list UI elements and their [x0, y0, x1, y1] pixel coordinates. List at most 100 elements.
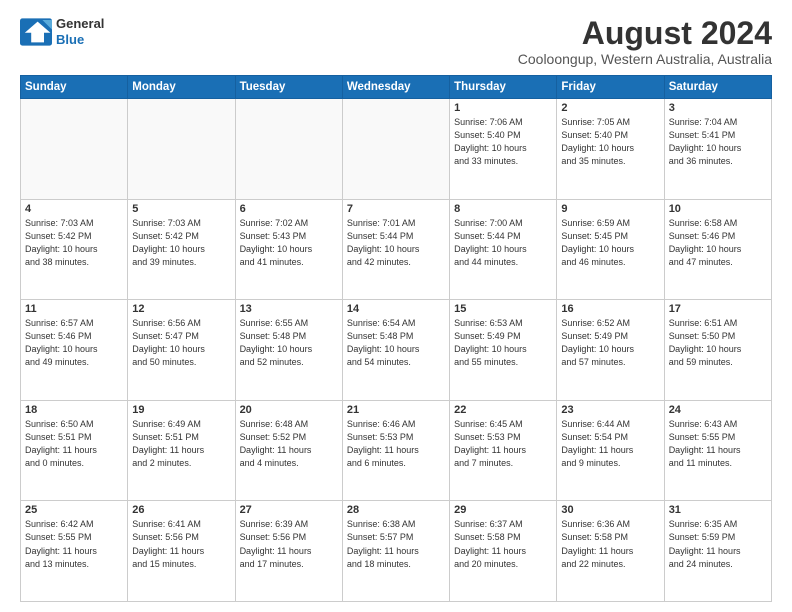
- day-number: 10: [669, 203, 767, 215]
- day-number: 28: [347, 504, 445, 516]
- day-number: 5: [132, 203, 230, 215]
- calendar-cell: 25Sunrise: 6:42 AM Sunset: 5:55 PM Dayli…: [21, 501, 128, 602]
- calendar-cell: 31 Sunrise: 6:35 AM Sunset: 5:59 PM Dayli…: [664, 501, 771, 602]
- calendar-cell: [342, 99, 449, 200]
- calendar-cell: 3 Sunrise: 7:04 AM Sunset: 5:41 PM Daylig…: [664, 99, 771, 200]
- header-wednesday: Wednesday: [342, 76, 449, 99]
- day-info: Sunrise: 6:35 AM Sunset: 5:59 PM Dayligh…: [669, 518, 767, 570]
- day-info: Sunrise: 6:39 AM Sunset: 5:56 PM Dayligh…: [240, 518, 338, 570]
- calendar-cell: 26 Sunrise: 6:41 AM Sunset: 5:56 PM Dayli…: [128, 501, 235, 602]
- day-info: Sunrise: 7:04 AM Sunset: 5:41 PM Dayligh…: [669, 116, 767, 168]
- calendar-cell: [21, 99, 128, 200]
- calendar-cell: 23 Sunrise: 6:44 AM Sunset: 5:54 PM Dayli…: [557, 400, 664, 501]
- logo: General Blue: [20, 16, 104, 47]
- day-number: 23: [561, 404, 659, 416]
- calendar-cell: 15 Sunrise: 6:53 AM Sunset: 5:49 PM Dayli…: [450, 300, 557, 401]
- day-info: Sunrise: 6:41 AM Sunset: 5:56 PM Dayligh…: [132, 518, 230, 570]
- calendar-cell: 1 Sunrise: 7:06 AM Sunset: 5:40 PM Daylig…: [450, 99, 557, 200]
- calendar-cell: 18Sunrise: 6:50 AM Sunset: 5:51 PM Dayli…: [21, 400, 128, 501]
- day-number: 12: [132, 303, 230, 315]
- day-info: Sunrise: 6:53 AM Sunset: 5:49 PM Dayligh…: [454, 317, 552, 369]
- logo-line1: General: [56, 16, 104, 32]
- day-number: 31: [669, 504, 767, 516]
- day-number: 20: [240, 404, 338, 416]
- day-info: Sunrise: 6:46 AM Sunset: 5:53 PM Dayligh…: [347, 418, 445, 470]
- location: Cooloongup, Western Australia, Australia: [518, 51, 772, 67]
- day-info: Sunrise: 7:06 AM Sunset: 5:40 PM Dayligh…: [454, 116, 552, 168]
- day-info: Sunrise: 6:37 AM Sunset: 5:58 PM Dayligh…: [454, 518, 552, 570]
- calendar-cell: 24Sunrise: 6:43 AM Sunset: 5:55 PM Dayli…: [664, 400, 771, 501]
- day-number: 27: [240, 504, 338, 516]
- calendar-cell: 2Sunrise: 7:05 AM Sunset: 5:40 PM Daylig…: [557, 99, 664, 200]
- calendar-cell: 28 Sunrise: 6:38 AM Sunset: 5:57 PM Dayli…: [342, 501, 449, 602]
- day-info: Sunrise: 6:49 AM Sunset: 5:51 PM Dayligh…: [132, 418, 230, 470]
- day-info: Sunrise: 6:38 AM Sunset: 5:57 PM Dayligh…: [347, 518, 445, 570]
- header-friday: Friday: [557, 76, 664, 99]
- day-number: 15: [454, 303, 552, 315]
- header-sunday: Sunday: [21, 76, 128, 99]
- logo-line2: Blue: [56, 32, 104, 48]
- day-number: 8: [454, 203, 552, 215]
- calendar-cell: 29Sunrise: 6:37 AM Sunset: 5:58 PM Dayli…: [450, 501, 557, 602]
- day-number: 1: [454, 102, 552, 114]
- calendar-cell: 4 Sunrise: 7:03 AM Sunset: 5:42 PM Daylig…: [21, 199, 128, 300]
- day-number: 17: [669, 303, 767, 315]
- calendar-cell: 12 Sunrise: 6:56 AM Sunset: 5:47 PM Dayli…: [128, 300, 235, 401]
- day-info: Sunrise: 6:42 AM Sunset: 5:55 PM Dayligh…: [25, 518, 123, 570]
- day-info: Sunrise: 6:51 AM Sunset: 5:50 PM Dayligh…: [669, 317, 767, 369]
- calendar-cell: 8Sunrise: 7:00 AM Sunset: 5:44 PM Daylig…: [450, 199, 557, 300]
- day-number: 18: [25, 404, 123, 416]
- calendar-week-1: 1 Sunrise: 7:06 AM Sunset: 5:40 PM Daylig…: [21, 99, 772, 200]
- day-info: Sunrise: 7:01 AM Sunset: 5:44 PM Dayligh…: [347, 217, 445, 269]
- calendar-cell: 20 Sunrise: 6:48 AM Sunset: 5:52 PM Dayli…: [235, 400, 342, 501]
- header-thursday: Thursday: [450, 76, 557, 99]
- day-number: 26: [132, 504, 230, 516]
- logo-icon: [20, 18, 52, 46]
- calendar-week-2: 4 Sunrise: 7:03 AM Sunset: 5:42 PM Daylig…: [21, 199, 772, 300]
- day-number: 2: [561, 102, 659, 114]
- calendar-cell: 30 Sunrise: 6:36 AM Sunset: 5:58 PM Dayli…: [557, 501, 664, 602]
- day-number: 24: [669, 404, 767, 416]
- title-area: August 2024 Cooloongup, Western Australi…: [518, 16, 772, 67]
- day-number: 19: [132, 404, 230, 416]
- day-number: 3: [669, 102, 767, 114]
- day-number: 4: [25, 203, 123, 215]
- calendar-cell: 14Sunrise: 6:54 AM Sunset: 5:48 PM Dayli…: [342, 300, 449, 401]
- calendar-cell: [128, 99, 235, 200]
- day-number: 21: [347, 404, 445, 416]
- day-info: Sunrise: 6:48 AM Sunset: 5:52 PM Dayligh…: [240, 418, 338, 470]
- calendar-week-3: 11 Sunrise: 6:57 AM Sunset: 5:46 PM Dayli…: [21, 300, 772, 401]
- day-number: 9: [561, 203, 659, 215]
- calendar-week-5: 25Sunrise: 6:42 AM Sunset: 5:55 PM Dayli…: [21, 501, 772, 602]
- calendar-cell: 21 Sunrise: 6:46 AM Sunset: 5:53 PM Dayli…: [342, 400, 449, 501]
- day-info: Sunrise: 7:03 AM Sunset: 5:42 PM Dayligh…: [25, 217, 123, 269]
- calendar-body: 1 Sunrise: 7:06 AM Sunset: 5:40 PM Daylig…: [21, 99, 772, 602]
- calendar-cell: 16Sunrise: 6:52 AM Sunset: 5:49 PM Dayli…: [557, 300, 664, 401]
- calendar-cell: 19 Sunrise: 6:49 AM Sunset: 5:51 PM Dayli…: [128, 400, 235, 501]
- day-number: 30: [561, 504, 659, 516]
- page: General Blue August 2024 Cooloongup, Wes…: [0, 0, 792, 612]
- logo-text: General Blue: [56, 16, 104, 47]
- calendar-cell: 22Sunrise: 6:45 AM Sunset: 5:53 PM Dayli…: [450, 400, 557, 501]
- day-info: Sunrise: 6:57 AM Sunset: 5:46 PM Dayligh…: [25, 317, 123, 369]
- day-number: 13: [240, 303, 338, 315]
- calendar-cell: 10 Sunrise: 6:58 AM Sunset: 5:46 PM Dayli…: [664, 199, 771, 300]
- day-number: 6: [240, 203, 338, 215]
- day-number: 11: [25, 303, 123, 315]
- calendar-cell: 6Sunrise: 7:02 AM Sunset: 5:43 PM Daylig…: [235, 199, 342, 300]
- day-info: Sunrise: 6:54 AM Sunset: 5:48 PM Dayligh…: [347, 317, 445, 369]
- calendar-week-4: 18Sunrise: 6:50 AM Sunset: 5:51 PM Dayli…: [21, 400, 772, 501]
- calendar-cell: 5Sunrise: 7:03 AM Sunset: 5:42 PM Daylig…: [128, 199, 235, 300]
- day-info: Sunrise: 6:36 AM Sunset: 5:58 PM Dayligh…: [561, 518, 659, 570]
- day-number: 7: [347, 203, 445, 215]
- day-info: Sunrise: 6:45 AM Sunset: 5:53 PM Dayligh…: [454, 418, 552, 470]
- header-monday: Monday: [128, 76, 235, 99]
- month-title: August 2024: [518, 16, 772, 51]
- calendar-cell: 13Sunrise: 6:55 AM Sunset: 5:48 PM Dayli…: [235, 300, 342, 401]
- calendar-cell: 9Sunrise: 6:59 AM Sunset: 5:45 PM Daylig…: [557, 199, 664, 300]
- calendar-cell: 7 Sunrise: 7:01 AM Sunset: 5:44 PM Daylig…: [342, 199, 449, 300]
- calendar-cell: 11 Sunrise: 6:57 AM Sunset: 5:46 PM Dayli…: [21, 300, 128, 401]
- day-info: Sunrise: 6:56 AM Sunset: 5:47 PM Dayligh…: [132, 317, 230, 369]
- day-info: Sunrise: 6:44 AM Sunset: 5:54 PM Dayligh…: [561, 418, 659, 470]
- day-info: Sunrise: 6:58 AM Sunset: 5:46 PM Dayligh…: [669, 217, 767, 269]
